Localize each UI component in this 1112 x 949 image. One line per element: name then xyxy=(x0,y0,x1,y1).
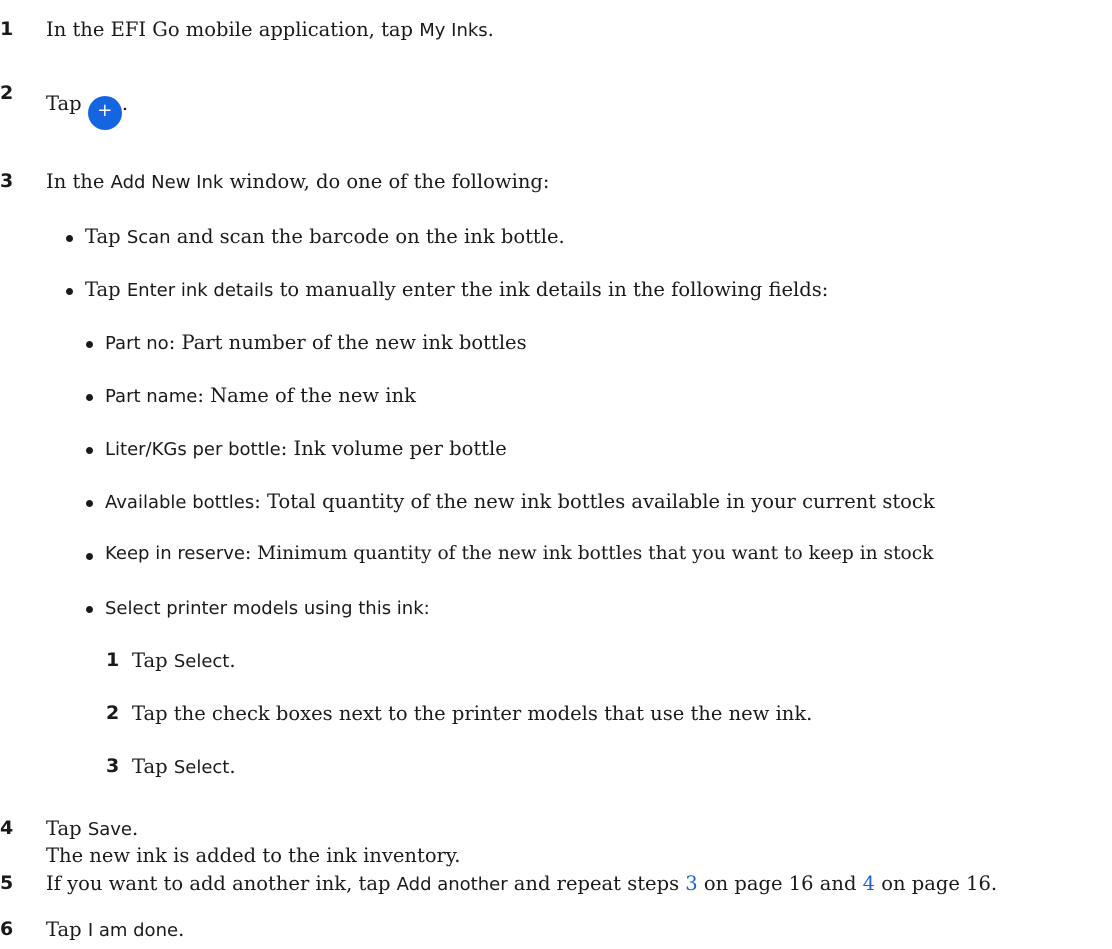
field-text: Part no: Part number of the new ink bott… xyxy=(105,331,527,354)
text-run: Tap xyxy=(132,755,174,778)
field-label: Available bottles xyxy=(105,492,255,513)
text-run: and repeat steps xyxy=(507,872,686,895)
text-run: Tap xyxy=(46,92,82,115)
text-run: and scan the barcode on the ink bottle. xyxy=(170,225,565,248)
field-desc: : Minimum quantity of the new ink bottle… xyxy=(245,543,934,564)
step-text: Tap Save. xyxy=(46,817,138,840)
field-label: Select printer models using this ink: xyxy=(105,598,430,619)
ui-label: My Inks xyxy=(419,20,488,41)
text-run: Tap xyxy=(85,225,127,248)
field-label: Part name xyxy=(105,386,198,407)
field-text: Available bottles: Total quantity of the… xyxy=(105,490,935,513)
substep-text: Tap Select. xyxy=(132,755,236,778)
substep-number: 2 xyxy=(106,702,120,724)
field-desc: : Part number of the new ink bottles xyxy=(168,331,527,354)
text-run: . xyxy=(229,755,236,778)
option-text: Tap Enter ink details to manually enter … xyxy=(85,278,828,301)
step-number: 3 xyxy=(0,170,14,192)
field-text: Part name: Name of the new ink xyxy=(105,384,416,407)
text-run: Tap xyxy=(46,817,88,840)
bullet-dot xyxy=(66,288,73,295)
substep-number: 1 xyxy=(106,649,120,671)
ui-label: Enter ink details xyxy=(126,280,274,301)
field-label: Part no xyxy=(105,333,169,354)
ui-label: Add another xyxy=(396,874,508,895)
bullet-dot xyxy=(86,341,93,348)
text-run: Tap the check boxes next to the printer … xyxy=(132,702,813,725)
field-desc: : Total quantity of the new ink bottles … xyxy=(254,490,935,513)
text-run: on page 16. xyxy=(875,872,998,895)
ui-label: Select xyxy=(173,651,230,672)
text-run: In the EFI Go mobile application, tap xyxy=(46,18,420,41)
bullet-dot xyxy=(86,553,93,560)
field-label: Keep in reserve xyxy=(105,543,245,564)
bullet-dot xyxy=(86,394,93,401)
text-run: . xyxy=(121,92,129,115)
bullet-dot xyxy=(86,500,93,507)
field-text: Select printer models using this ink: xyxy=(105,596,430,619)
text-run: . xyxy=(487,18,494,41)
step-text: In the EFI Go mobile application, tap My… xyxy=(46,18,494,41)
step-result: The new ink is added to the ink inventor… xyxy=(46,844,461,867)
ui-label: Add New Ink xyxy=(110,172,224,193)
text-run: on page 16 and xyxy=(697,872,863,895)
text-run: Tap xyxy=(85,278,127,301)
text-run: to manually enter the ink details in the… xyxy=(273,278,829,301)
step-link[interactable]: 4 xyxy=(863,872,875,895)
step-text: If you want to add another ink, tap Add … xyxy=(46,872,997,895)
step-number: 4 xyxy=(0,817,14,839)
ui-label: Select xyxy=(173,757,230,778)
step-link[interactable]: 3 xyxy=(685,872,697,895)
substep-text: Tap Select. xyxy=(132,649,236,672)
step-text: In the Add New Ink window, do one of the… xyxy=(46,170,549,193)
bullet-dot xyxy=(66,235,73,242)
field-label: Liter/KGs per bottle xyxy=(105,439,281,460)
ui-label: Scan xyxy=(126,227,171,248)
step-text: Tap +. xyxy=(46,92,128,130)
text-run: Tap xyxy=(46,918,88,941)
text-run: . xyxy=(178,918,185,941)
step-text: Tap I am done. xyxy=(46,918,184,941)
bullet-dot xyxy=(86,606,93,613)
text-run: If you want to add another ink, tap xyxy=(46,872,397,895)
field-desc: : Name of the new ink xyxy=(197,384,416,407)
text-run: . xyxy=(132,817,139,840)
field-text: Keep in reserve: Minimum quantity of the… xyxy=(105,543,933,564)
step-number: 1 xyxy=(0,18,14,40)
ui-label: Save xyxy=(87,819,132,840)
bullet-dot xyxy=(86,447,93,454)
text-run: Tap xyxy=(132,649,174,672)
substep-text: Tap the check boxes next to the printer … xyxy=(132,702,812,725)
text-run: . xyxy=(229,649,236,672)
step-number: 2 xyxy=(0,82,14,104)
option-text: Tap Scan and scan the barcode on the ink… xyxy=(85,225,565,248)
text-run: In the xyxy=(46,170,111,193)
field-desc: : Ink volume per bottle xyxy=(280,437,507,460)
field-text: Liter/KGs per bottle: Ink volume per bot… xyxy=(105,437,507,460)
add-plus-icon: + xyxy=(87,96,122,130)
substep-number: 3 xyxy=(106,755,120,777)
text-run: window, do one of the following: xyxy=(223,170,550,193)
ui-label: I am done xyxy=(87,920,179,941)
step-number: 5 xyxy=(0,872,14,894)
step-number: 6 xyxy=(0,918,14,940)
